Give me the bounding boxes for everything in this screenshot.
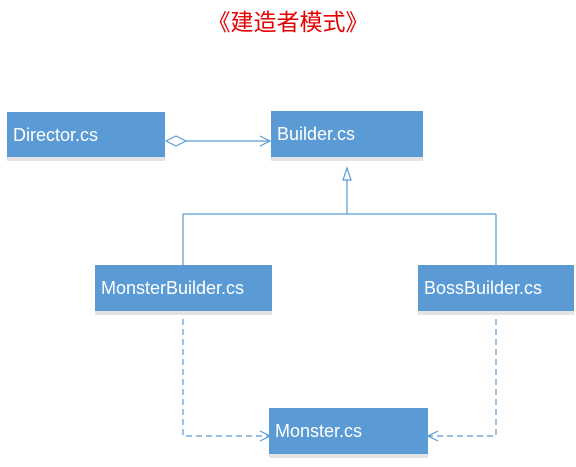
edge-monsterbuilder-monster	[182, 319, 272, 442]
edge-bossbuilder-monster	[426, 319, 497, 442]
builder-label: Builder.cs	[277, 124, 356, 144]
inheritance-triangle	[342, 166, 352, 181]
builder-box[interactable]: Builder.cs	[271, 111, 423, 157]
monster-label: Monster.cs	[275, 421, 363, 441]
edge-director-builder	[164, 135, 272, 147]
monster-builder-box[interactable]: MonsterBuilder.cs	[95, 265, 272, 311]
edges-layer	[164, 135, 497, 442]
boss-builder-box[interactable]: BossBuilder.cs	[418, 265, 574, 311]
director-label: Director.cs	[13, 124, 99, 145]
aggregation-diamond	[164, 135, 188, 147]
dependency-line-left	[182, 319, 270, 437]
director-box[interactable]: Director.cs	[7, 112, 165, 157]
dependency-line-right	[428, 319, 497, 437]
boss-builder-label: BossBuilder.cs	[424, 278, 543, 298]
monster-box[interactable]: Monster.cs	[269, 408, 428, 454]
edge-inheritance	[182, 166, 497, 265]
monster-builder-label: MonsterBuilder.cs	[101, 278, 245, 298]
